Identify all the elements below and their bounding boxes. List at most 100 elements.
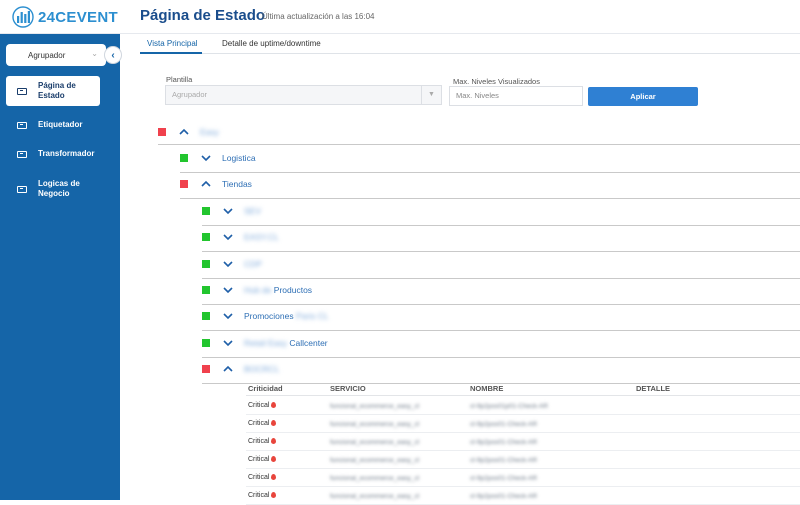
critical-drop-icon xyxy=(271,474,277,480)
critical-drop-icon xyxy=(271,420,277,426)
nombre-cell: cl-9p2pos01-Check-AR xyxy=(470,421,538,428)
servicio-cell: funcional_ecommerce_easy_cl xyxy=(330,457,420,464)
criticidad-cell: Critical xyxy=(248,474,277,481)
sidebar-item-logicas-de-negocio[interactable]: Logicas de Negocio xyxy=(6,178,86,200)
col-header-criticidad: Criticidad xyxy=(248,384,283,393)
chevron-down-icon[interactable] xyxy=(201,153,211,163)
status-indicator xyxy=(180,180,188,188)
chevron-down-icon[interactable] xyxy=(223,259,233,269)
chevron-down-icon[interactable] xyxy=(223,206,233,216)
col-header-detalle: DETALLE xyxy=(636,384,671,393)
nombre-cell: cl-9p2pos01-Check-AR xyxy=(470,475,538,482)
tree-divider xyxy=(202,225,800,226)
aplicar-button[interactable]: Aplicar xyxy=(588,87,698,106)
criticidad-cell: Critical xyxy=(248,492,277,499)
id-card-icon xyxy=(17,87,27,95)
logo[interactable]: 24CEVENT xyxy=(12,6,118,28)
critical-drop-icon xyxy=(271,456,277,462)
tree-node[interactable]: BOCRCL xyxy=(202,362,279,376)
tree-node[interactable]: Tiendas xyxy=(180,177,252,191)
status-indicator xyxy=(202,365,210,373)
status-indicator xyxy=(202,260,210,268)
servicio-cell: funcional_ecommerce_easy_cl xyxy=(330,439,420,446)
table-row[interactable]: Critical funcional_ecommerce_easy_cl cl-9p… xyxy=(246,433,800,451)
tree-divider xyxy=(202,330,800,331)
tree-divider xyxy=(202,357,800,358)
agrupador-value: Agrupador xyxy=(28,50,66,60)
table-row[interactable]: Critical funcional_ecommerce_easy_cl cl-9p… xyxy=(246,469,800,487)
status-indicator xyxy=(202,286,210,294)
tree-node[interactable]: Easy xyxy=(158,125,219,139)
col-header-nombre: NOMBRE xyxy=(470,384,504,393)
sidebar: Agrupador ⌄ ‹ Página de Estado Etiquetad… xyxy=(0,34,122,500)
status-indicator xyxy=(158,128,166,136)
criticidad-cell: Critical xyxy=(248,402,277,409)
tab-vista-principal[interactable]: Vista Principal xyxy=(147,39,198,48)
tree-node[interactable]: SEV xyxy=(202,204,261,218)
chevron-down-icon: ▼ xyxy=(421,86,441,104)
sidebar-item-label: Logicas de Negocio xyxy=(38,179,80,198)
table-row[interactable]: Critical funcional_ecommerce_easy_cl cl-9p… xyxy=(246,397,800,415)
page-title: Página de Estado xyxy=(140,7,266,24)
criticidad-cell: Critical xyxy=(248,456,277,463)
tree-divider xyxy=(202,251,800,252)
status-indicator xyxy=(202,339,210,347)
id-card-icon xyxy=(17,121,27,129)
tree-node-label: Retail Easy Callcenter xyxy=(244,338,328,348)
tree-divider xyxy=(180,172,800,173)
id-card-icon xyxy=(17,185,27,193)
max-niveles-input[interactable]: Max. Niveles xyxy=(449,86,583,106)
tree-node-label: Promociones Paris CL xyxy=(244,311,329,321)
top-header: 24CEVENT Página de Estado Última actuali… xyxy=(0,0,800,34)
sidebar-item-pagina-de-estado[interactable]: Página de Estado xyxy=(6,76,100,106)
tree-node-label: BOCRCL xyxy=(244,364,280,374)
active-tab-indicator xyxy=(140,52,202,54)
nombre-cell: cl-9p2pos01-Check-AR xyxy=(470,439,538,446)
tree-node[interactable]: Promociones Paris CL xyxy=(202,309,329,323)
critical-drop-icon xyxy=(271,402,277,408)
sidebar-item-etiquetador[interactable]: Etiquetador xyxy=(6,119,100,131)
tree-node[interactable]: Retail Easy Callcenter xyxy=(202,336,328,350)
max-niveles-label: Max. Niveles Visualizados xyxy=(453,77,540,86)
chevron-down-icon[interactable] xyxy=(223,232,233,242)
table-row[interactable]: Critical funcional_ecommerce_easy_cl cl-9p… xyxy=(246,451,800,469)
sidebar-item-transformador[interactable]: Transformador xyxy=(6,148,100,160)
tree-divider xyxy=(158,144,800,145)
plantilla-select[interactable]: Agrupador ▼ xyxy=(165,85,442,105)
table-row[interactable]: Critical funcional_ecommerce_easy_cl cl-9p… xyxy=(246,415,800,433)
chevron-down-icon[interactable] xyxy=(223,311,233,321)
table-header-divider xyxy=(246,395,800,396)
nombre-cell: cl-9p2pos01-Check-AR xyxy=(470,493,538,500)
agrupador-select[interactable]: Agrupador ⌄ xyxy=(6,44,106,66)
tree-node-label: Tiendas xyxy=(222,179,252,189)
plantilla-placeholder: Agrupador xyxy=(172,90,208,99)
nombre-cell: cl-9p2pos01-Check-AR xyxy=(470,457,538,464)
chevron-down-icon[interactable] xyxy=(223,285,233,295)
tree-node[interactable]: CDP xyxy=(202,257,262,271)
chevron-down-icon[interactable] xyxy=(223,338,233,348)
table-row[interactable]: Critical funcional_ecommerce_easy_cl cl-9p… xyxy=(246,487,800,505)
sidebar-item-label: Página de Estado xyxy=(38,81,76,100)
tree-node-label: Easy xyxy=(200,127,219,137)
tree-node[interactable]: Hub de Productos xyxy=(202,283,312,297)
chevron-up-icon[interactable] xyxy=(179,127,189,137)
collapse-sidebar-button[interactable]: ‹ xyxy=(104,46,122,64)
chevron-down-icon: ⌄ xyxy=(91,49,98,58)
critical-drop-icon xyxy=(271,492,277,498)
tree-node-label: EASY.CL xyxy=(244,232,279,242)
status-indicator xyxy=(202,312,210,320)
critical-drop-icon xyxy=(271,438,277,444)
servicio-cell: funcional_ecommerce_easy_cl xyxy=(330,403,420,410)
tree-node[interactable]: Logistica xyxy=(180,151,256,165)
tree-divider xyxy=(202,304,800,305)
status-indicator xyxy=(202,207,210,215)
chevron-up-icon[interactable] xyxy=(201,179,211,189)
servicio-cell: funcional_ecommerce_easy_cl xyxy=(330,475,420,482)
tree-node[interactable]: EASY.CL xyxy=(202,230,279,244)
criticidad-cell: Critical xyxy=(248,438,277,445)
logo-text: 24CEVENT xyxy=(38,8,118,26)
col-header-servicio: SERVICIO xyxy=(330,384,366,393)
chevron-up-icon[interactable] xyxy=(223,364,233,374)
tree-node-label: SEV xyxy=(244,206,262,216)
tab-detalle-uptime[interactable]: Detalle de uptime/downtime xyxy=(222,39,321,48)
